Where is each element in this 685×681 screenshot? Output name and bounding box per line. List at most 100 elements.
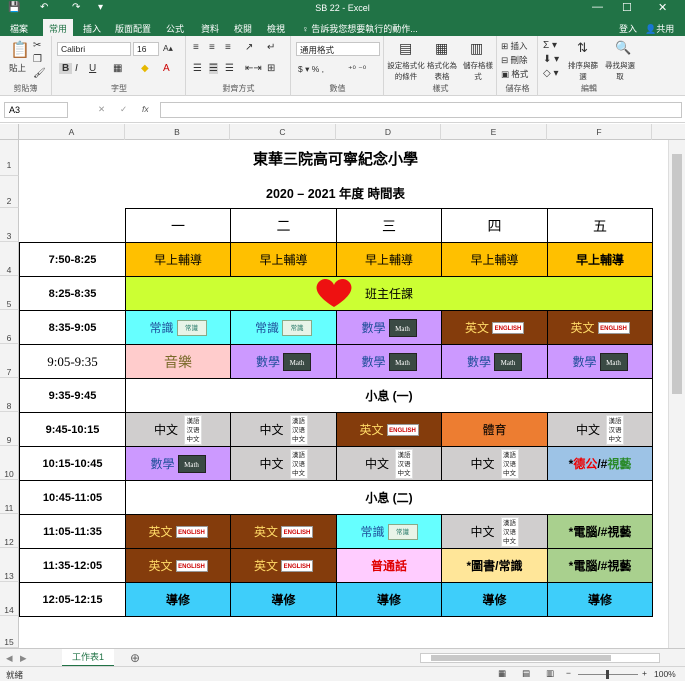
lesson-cell[interactable]: *電腦/#視藝 xyxy=(547,514,653,549)
align-top-icon[interactable]: ≡ xyxy=(193,42,199,53)
tab-insert[interactable]: 插入 xyxy=(83,22,101,35)
row-header-14[interactable]: 14 xyxy=(0,582,19,616)
time-slot[interactable]: 8:35-9:05 xyxy=(19,310,126,345)
row-header-4[interactable]: 4 xyxy=(0,242,19,276)
vertical-scroll-thumb[interactable] xyxy=(672,154,682,394)
lesson-cell[interactable]: 中文 漢語 汉语 中文 xyxy=(125,412,231,447)
horizontal-scroll-thumb[interactable] xyxy=(431,655,611,661)
lesson-cell[interactable]: 數學 Math xyxy=(441,344,548,379)
wrap-text-icon[interactable]: ↵ xyxy=(267,42,275,53)
cancel-icon[interactable]: ✕ xyxy=(98,104,105,115)
lesson-cell[interactable]: 早上輔導 xyxy=(336,242,442,277)
tab-formulas[interactable]: 公式 xyxy=(166,22,184,35)
lesson-cell[interactable]: 導修 xyxy=(230,582,337,617)
day-tue[interactable]: 二 xyxy=(230,208,337,243)
conditional-format-icon[interactable]: ▤ xyxy=(399,40,412,57)
lesson-cell[interactable]: 中文 漢語 汉语 中文 xyxy=(230,446,337,481)
delete-cells-button[interactable]: ⊟ 刪除 xyxy=(501,54,528,66)
time-slot[interactable]: 12:05-12:15 xyxy=(19,582,126,617)
tab-home[interactable]: 常用 xyxy=(43,19,74,36)
lesson-cell[interactable]: 英文 ENGLISH xyxy=(125,548,231,583)
row-header-13[interactable]: 13 xyxy=(0,548,19,582)
insert-cells-button[interactable]: ⊞ 插入 xyxy=(501,40,528,52)
lesson-cell[interactable]: 導修 xyxy=(125,582,231,617)
maximize-button[interactable]: ☐ xyxy=(622,1,632,14)
row-header-3[interactable]: 3 xyxy=(0,208,19,242)
fill-color-icon[interactable]: ◆ xyxy=(141,63,149,74)
bold-button[interactable]: B xyxy=(59,63,73,74)
format-table-button[interactable]: 格式化為表格 xyxy=(425,60,459,82)
lesson-cell[interactable]: 常識 常識 xyxy=(125,310,231,345)
indent-icon[interactable]: ⇤⇥ xyxy=(245,63,262,74)
lesson-cell[interactable]: 英文 ENGLISH xyxy=(336,412,442,447)
sheet-tab-1[interactable]: 工作表1 xyxy=(62,649,114,667)
italic-button[interactable]: I xyxy=(75,63,78,74)
decimal-icon[interactable]: ⁺⁰ ⁻⁰ xyxy=(348,64,366,75)
day-mon[interactable]: 一 xyxy=(125,208,231,243)
lesson-cell[interactable]: 英文 ENGLISH xyxy=(547,310,653,345)
lesson-cell[interactable]: 中文 漢語 汉语 中文 xyxy=(441,446,548,481)
lesson-cell[interactable]: 數學 Math xyxy=(336,344,442,379)
normal-view-icon[interactable]: ▦ xyxy=(498,668,506,679)
underline-button[interactable]: U xyxy=(89,63,96,74)
tab-view[interactable]: 檢視 xyxy=(267,22,285,35)
lesson-cell[interactable]: 早上輔導 xyxy=(125,242,231,277)
fill-icon[interactable]: ⬇ ▾ xyxy=(543,54,559,65)
time-slot[interactable]: 9:45-10:15 xyxy=(19,412,126,447)
find-select-button[interactable]: 尋找與選取 xyxy=(605,60,635,82)
tab-page-layout[interactable]: 版面配置 xyxy=(115,22,151,35)
row-header-11[interactable]: 11 xyxy=(0,480,19,514)
minimize-button[interactable]: — xyxy=(592,1,603,13)
font-size-select[interactable]: 16 xyxy=(133,42,159,56)
lesson-cell[interactable]: 中文 漢語 汉语 中文 xyxy=(547,412,653,447)
autosum-icon[interactable]: Σ ▾ xyxy=(543,40,557,51)
lesson-cell[interactable]: 中文 漢語 汉语 中文 xyxy=(230,412,337,447)
timetable-subtitle[interactable]: 2020 – 2021 年度 時間表 xyxy=(19,176,652,208)
next-sheet-icon[interactable]: ▶ xyxy=(20,653,27,664)
row-header-8[interactable]: 8 xyxy=(0,378,19,412)
number-format-select[interactable]: 通用格式 xyxy=(296,42,380,56)
font-name-select[interactable]: Calibri xyxy=(57,42,131,56)
time-slot[interactable]: 9:35-9:45 xyxy=(19,378,126,413)
lesson-cell[interactable]: *圖書/常識 xyxy=(441,548,548,583)
align-bottom-icon[interactable]: ≡ xyxy=(225,42,231,53)
time-slot[interactable]: 11:35-12:05 xyxy=(19,548,126,583)
class-teacher-period[interactable]: 班主任課 xyxy=(125,276,653,311)
zoom-slider[interactable] xyxy=(578,670,638,679)
row-header-6[interactable]: 6 xyxy=(0,310,19,344)
align-middle-icon[interactable]: ≡ xyxy=(209,42,215,53)
time-slot[interactable]: 10:15-10:45 xyxy=(19,446,126,481)
close-button[interactable]: ✕ xyxy=(658,1,667,14)
currency-icon[interactable]: $ ▾ % , xyxy=(298,64,324,75)
lesson-cell[interactable]: 數學 Math xyxy=(547,344,653,379)
cell-styles-icon[interactable]: ▥ xyxy=(470,40,483,57)
lesson-cell[interactable]: 導修 xyxy=(547,582,653,617)
column-header-c[interactable]: C xyxy=(230,124,336,140)
day-thu[interactable]: 四 xyxy=(441,208,548,243)
vertical-scrollbar[interactable] xyxy=(668,140,685,648)
prev-sheet-icon[interactable]: ◀ xyxy=(6,653,13,664)
lesson-cell[interactable]: 數學 Math xyxy=(230,344,337,379)
paste-label[interactable]: 貼上 xyxy=(9,62,26,74)
zoom-in-icon[interactable]: + xyxy=(642,668,647,678)
zoom-level[interactable]: 100% xyxy=(654,669,676,679)
format-cells-button[interactable]: ▣ 格式 xyxy=(501,68,528,80)
grow-font-icon[interactable]: A▴ xyxy=(163,43,173,54)
sign-in-link[interactable]: 登入 xyxy=(619,22,637,35)
column-header-a[interactable]: A xyxy=(19,124,125,140)
align-center-icon[interactable]: ☰ xyxy=(209,63,218,74)
column-header-f[interactable]: F xyxy=(547,124,652,140)
find-select-icon[interactable]: 🔍 xyxy=(615,40,631,56)
format-painter-icon[interactable]: 🖌 xyxy=(33,68,46,79)
share-button[interactable]: 👤共用 xyxy=(645,22,674,35)
tab-review[interactable]: 校閱 xyxy=(234,22,252,35)
lesson-cell[interactable]: 常識 常識 xyxy=(230,310,337,345)
enter-icon[interactable]: ✓ xyxy=(120,104,127,115)
horizontal-scrollbar[interactable] xyxy=(420,653,660,663)
cell-styles-button[interactable]: 儲存格樣式 xyxy=(461,60,495,82)
lesson-cell[interactable]: 普通話 xyxy=(336,548,442,583)
font-color-icon[interactable]: A xyxy=(163,63,170,74)
row-header-10[interactable]: 10 xyxy=(0,446,19,480)
sort-filter-icon[interactable]: ⇅ xyxy=(577,40,588,56)
lesson-cell[interactable]: 音樂 xyxy=(125,344,231,379)
